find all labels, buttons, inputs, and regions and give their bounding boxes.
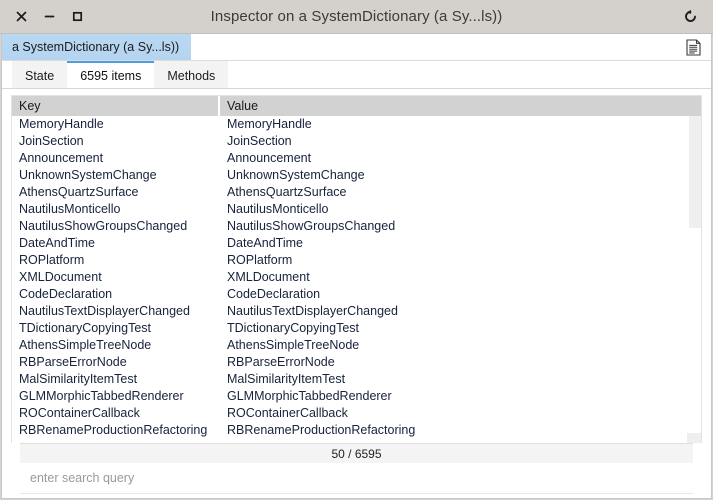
- table-row[interactable]: XMLDocument XMLDocument: [12, 269, 701, 286]
- table-row[interactable]: DateAndTime DateAndTime: [12, 235, 701, 252]
- cell-key: ROContainerCallback: [19, 406, 140, 420]
- column-header-label: Value: [227, 99, 259, 113]
- cell-key: AthensSimpleTreeNode: [19, 338, 152, 352]
- breadcrumb-item-label: a SystemDictionary (a Sy...ls)): [12, 40, 180, 54]
- status-bar: 50 / 6595: [20, 443, 693, 463]
- table-row[interactable]: ROContainerCallback ROContainerCallback: [12, 405, 701, 422]
- inspector-window: Inspector on a SystemDictionary (a Sy...…: [0, 0, 713, 500]
- titlebar-actions: [681, 8, 713, 26]
- cell-value: MemoryHandle: [227, 117, 312, 131]
- cell-value: MalSimilarityItemTest: [227, 372, 346, 386]
- cell-key: ROPlatform: [19, 253, 85, 267]
- cell-value: CodeDeclaration: [227, 287, 321, 301]
- cell-key: RBParseErrorNode: [19, 355, 127, 369]
- cell-key: JoinSection: [19, 134, 84, 148]
- cell-value: ROPlatform: [227, 253, 293, 267]
- cell-key: TDictionaryCopyingTest: [19, 321, 151, 335]
- cell-value: XMLDocument: [227, 270, 310, 284]
- tab-methods[interactable]: Methods: [154, 61, 229, 88]
- cell-key: NautilusShowGroupsChanged: [19, 219, 188, 233]
- cell-key: GLMMorphicTabbedRenderer: [19, 389, 184, 403]
- cell-key: CodeDeclaration: [19, 287, 113, 301]
- table-row[interactable]: Announcement Announcement: [12, 150, 701, 167]
- header-scroll-gutter: [687, 96, 701, 116]
- table-row[interactable]: UnknownSystemChange UnknownSystemChange: [12, 167, 701, 184]
- scrollbar-corner: [687, 433, 701, 443]
- cell-value: RBRenameProductionRefactoring: [227, 423, 416, 437]
- item-count-label: 50 / 6595: [331, 446, 382, 461]
- items-table-container: Key Value MemoryHandle MemoryHandle JoinSe…: [2, 89, 711, 498]
- cell-value: Announcement: [227, 151, 312, 165]
- tab-label: Methods: [167, 68, 216, 83]
- cell-value: AthensQuartzSurface: [227, 185, 347, 199]
- table-row[interactable]: JoinSection JoinSection: [12, 133, 701, 150]
- revert-arrow-icon[interactable]: [681, 8, 699, 26]
- maximize-icon[interactable]: [70, 10, 84, 24]
- cell-value: UnknownSystemChange: [227, 168, 365, 182]
- window-titlebar: Inspector on a SystemDictionary (a Sy...…: [0, 0, 713, 34]
- window-title: Inspector on a SystemDictionary (a Sy...…: [210, 8, 503, 25]
- cell-key: MemoryHandle: [19, 117, 104, 131]
- search-bar: [11, 463, 702, 493]
- cell-key: RBRenameProductionRefactoring: [19, 423, 208, 437]
- cell-value: GLMMorphicTabbedRenderer: [227, 389, 392, 403]
- cell-key: NautilusTextDisplayerChanged: [19, 304, 190, 318]
- breadcrumb-spacer: [191, 34, 676, 60]
- cell-value: TDictionaryCopyingTest: [227, 321, 359, 335]
- column-header-key[interactable]: Key: [12, 96, 220, 116]
- table-row[interactable]: NautilusMonticello NautilusMonticello: [12, 201, 701, 218]
- cell-value: JoinSection: [227, 134, 292, 148]
- cell-value: ROContainerCallback: [227, 406, 348, 420]
- table-row[interactable]: CodeDeclaration CodeDeclaration: [12, 286, 701, 303]
- minimize-icon[interactable]: [42, 10, 56, 24]
- cell-value: AthensSimpleTreeNode: [227, 338, 360, 352]
- cell-value: RBParseErrorNode: [227, 355, 335, 369]
- vertical-scrollbar-thumb[interactable]: [689, 116, 701, 228]
- table-row[interactable]: MemoryHandle MemoryHandle: [12, 116, 701, 133]
- breadcrumb-item-0[interactable]: a SystemDictionary (a Sy...ls)): [2, 34, 192, 60]
- table-row[interactable]: NautilusTextDisplayerChanged NautilusText…: [12, 303, 701, 320]
- column-header-value[interactable]: Value: [220, 96, 687, 116]
- tab-label: State: [25, 68, 55, 83]
- table-row[interactable]: TDictionaryCopyingTest TDictionaryCopying…: [12, 320, 701, 337]
- cell-key: XMLDocument: [19, 270, 102, 284]
- cell-value: NautilusTextDisplayerChanged: [227, 304, 398, 318]
- cell-value: NautilusMonticello: [227, 202, 329, 216]
- table-row[interactable]: RBRenameProductionRefactoring RBRenamePro…: [12, 422, 701, 439]
- inspector-body: a SystemDictionary (a Sy...ls)) State 65…: [1, 34, 712, 499]
- table-row[interactable]: AthensSimpleTreeNode AthensSimpleTreeNode: [12, 337, 701, 354]
- cell-key: AthensQuartzSurface: [19, 185, 139, 199]
- vertical-scrollbar[interactable]: [687, 116, 701, 443]
- table-row[interactable]: MalSimilarityItemTest MalSimilarityItemTe…: [12, 371, 701, 388]
- search-input[interactable]: [20, 471, 693, 485]
- tabbar: State 6595 items Methods: [2, 61, 711, 89]
- tab-state[interactable]: State: [12, 61, 68, 88]
- cell-key: Announcement: [19, 151, 104, 165]
- table-body[interactable]: MemoryHandle MemoryHandle JoinSection JoinS…: [12, 116, 701, 443]
- document-list-icon[interactable]: [676, 34, 711, 60]
- table-row[interactable]: ROPlatform ROPlatform: [12, 252, 701, 269]
- cell-key: DateAndTime: [19, 236, 95, 250]
- table-row[interactable]: NautilusShowGroupsChanged NautilusShowGro…: [12, 218, 701, 235]
- breadcrumb: a SystemDictionary (a Sy...ls)): [2, 34, 711, 61]
- items-table: Key Value MemoryHandle MemoryHandle JoinSe…: [11, 95, 702, 443]
- cell-key: NautilusMonticello: [19, 202, 121, 216]
- table-row[interactable]: AthensQuartzSurface AthensQuartzSurface: [12, 184, 701, 201]
- close-icon[interactable]: [14, 10, 28, 24]
- cell-key: UnknownSystemChange: [19, 168, 157, 182]
- tab-items[interactable]: 6595 items: [67, 61, 155, 88]
- cell-value: NautilusShowGroupsChanged: [227, 219, 396, 233]
- cell-value: DateAndTime: [227, 236, 303, 250]
- tab-label: 6595 items: [80, 68, 142, 83]
- cell-key: MalSimilarityItemTest: [19, 372, 138, 386]
- table-row[interactable]: GLMMorphicTabbedRenderer GLMMorphicTabbed…: [12, 388, 701, 405]
- bottom-panel: [20, 493, 693, 498]
- column-header-label: Key: [19, 99, 41, 113]
- table-row[interactable]: RBParseErrorNode RBParseErrorNode: [12, 354, 701, 371]
- window-controls: [0, 10, 84, 24]
- table-header-row: Key Value: [12, 96, 701, 116]
